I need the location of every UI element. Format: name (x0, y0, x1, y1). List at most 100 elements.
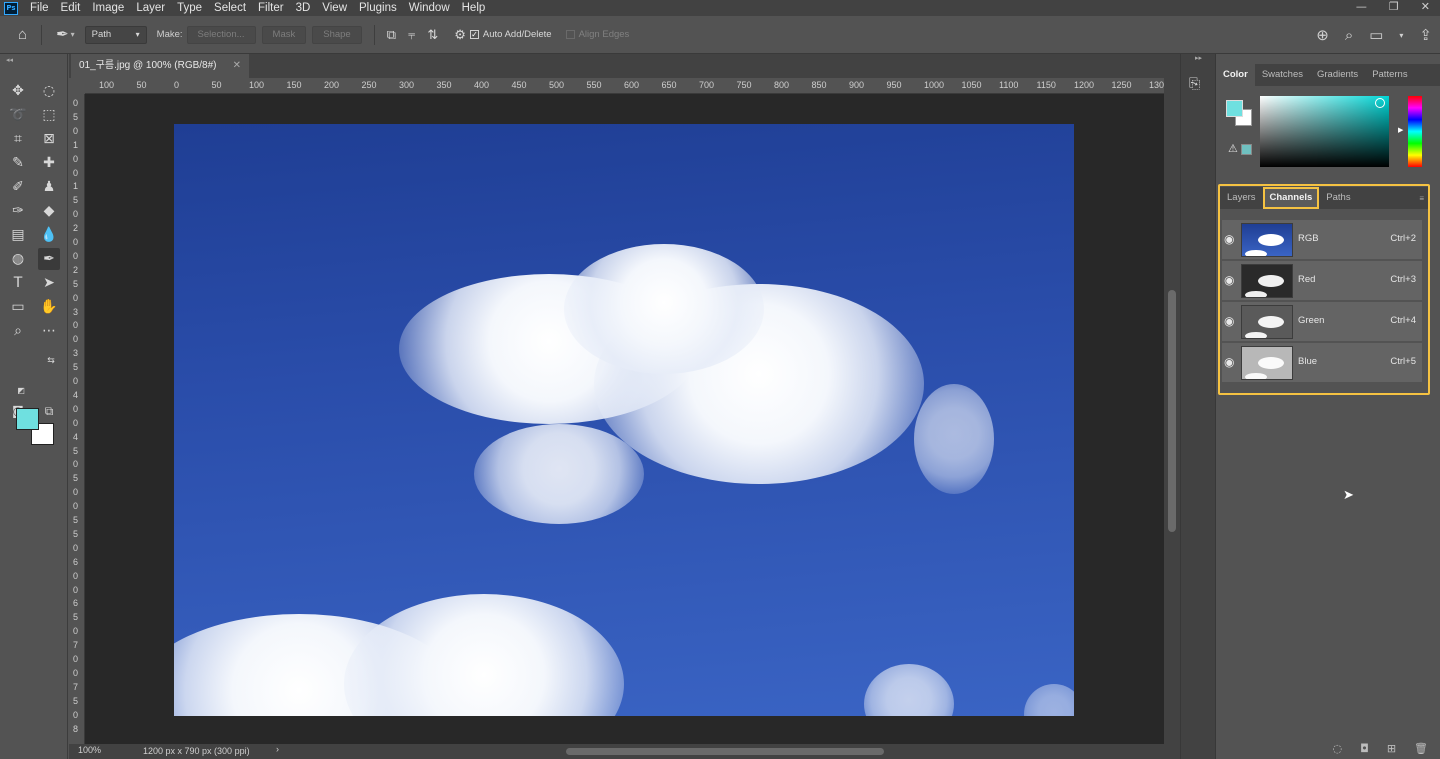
close-icon[interactable]: ✕ (233, 54, 241, 78)
visibility-eye-icon[interactable]: ◉ (1224, 273, 1234, 287)
auto-add-delete-checkbox[interactable]: ✓ (469, 30, 479, 39)
screen-mode-icon[interactable]: ⧉ (38, 400, 60, 422)
lasso-tool-icon[interactable]: ➰ (7, 104, 29, 126)
chevron-down-icon[interactable]: ▾ (71, 30, 75, 39)
path-alignment-icon[interactable]: ⫧ (408, 16, 415, 54)
collapse-icon[interactable]: ◂◂ (6, 56, 13, 64)
menu-type[interactable]: Type (171, 0, 208, 16)
menu-window[interactable]: Window (403, 0, 456, 16)
eyedropper-tool-icon[interactable]: ✎ (7, 152, 29, 174)
history-panel-icon[interactable]: ⎘ (1189, 76, 1200, 92)
menu-filter[interactable]: Filter (252, 0, 290, 16)
swap-colors-icon[interactable]: ⇆ (40, 350, 62, 372)
tab-layers[interactable]: Layers (1220, 187, 1263, 209)
color-picker-marker[interactable] (1375, 98, 1385, 108)
vertical-scrollbar[interactable] (1164, 78, 1180, 744)
move-tool-icon[interactable]: ✥ (7, 80, 29, 102)
path-selection-tool-icon[interactable]: ➤ (38, 272, 60, 294)
align-edges-checkbox[interactable] (565, 30, 575, 39)
pen-tool-icon[interactable]: ✒ (38, 248, 60, 270)
chevron-right-icon[interactable]: › (276, 744, 279, 754)
history-brush-tool-icon[interactable]: ✑ (7, 200, 29, 222)
zoom-level[interactable]: 100% (78, 745, 101, 755)
load-selection-icon[interactable]: ◌ (1333, 742, 1343, 755)
menu-help[interactable]: Help (456, 0, 492, 16)
menu-select[interactable]: Select (208, 0, 252, 16)
channel-row-rgb[interactable]: ◉ RGB Ctrl+2 (1222, 220, 1422, 260)
type-tool-icon[interactable]: T (7, 272, 29, 294)
document-tab[interactable]: 01_구름.jpg @ 100% (RGB/8#) ✕ (71, 54, 249, 78)
gear-icon[interactable]: ⚙ (454, 16, 466, 54)
gradient-tool-icon[interactable]: ▤ (7, 224, 29, 246)
healing-brush-tool-icon[interactable]: ✚ (38, 152, 60, 174)
channel-row-green[interactable]: ◉ Green Ctrl+4 (1222, 302, 1422, 342)
visibility-eye-icon[interactable]: ◉ (1224, 355, 1234, 369)
menu-view[interactable]: View (316, 0, 353, 16)
ruler-tick-label: 1000 (924, 80, 945, 90)
pen-tool-preset-icon[interactable]: ✒ (56, 16, 69, 54)
collapse-icon[interactable]: ▸▸ (1195, 54, 1202, 62)
tab-patterns[interactable]: Patterns (1365, 64, 1414, 86)
horizontal-scroll-thumb[interactable] (566, 748, 884, 755)
brush-tool-icon[interactable]: ✐ (7, 176, 29, 198)
tab-color[interactable]: Color (1216, 64, 1255, 86)
make-mask-button[interactable]: Mask (261, 25, 307, 44)
hue-slider[interactable] (1408, 96, 1422, 167)
gamut-color-chip[interactable] (1241, 144, 1252, 155)
menu-edit[interactable]: Edit (55, 0, 87, 16)
new-channel-icon[interactable]: ⊞ (1387, 742, 1396, 755)
zoom-tool-icon[interactable]: ⌕ (7, 320, 29, 342)
channel-row-red[interactable]: ◉ Red Ctrl+3 (1222, 261, 1422, 301)
frame-tool-icon[interactable]: ⊠ (38, 128, 60, 150)
restore-button[interactable]: ❐ (1389, 0, 1399, 14)
document-info[interactable]: 1200 px x 790 px (300 ppi) (143, 746, 250, 756)
eraser-tool-icon[interactable]: ◆ (38, 200, 60, 222)
pen-mode-select[interactable]: Path ▾ (84, 25, 147, 44)
hand-tool-icon[interactable]: ✋ (38, 296, 60, 318)
canvas-area[interactable] (85, 94, 1164, 744)
minimize-button[interactable]: — (1356, 0, 1367, 14)
tab-channels[interactable]: Channels (1262, 187, 1320, 209)
rectangle-tool-icon[interactable]: ▭ (7, 296, 29, 318)
share-icon[interactable]: ⊕ (1316, 26, 1329, 44)
clone-stamp-tool-icon[interactable]: ♟ (38, 176, 60, 198)
make-selection-button[interactable]: Selection... (186, 25, 256, 44)
visibility-eye-icon[interactable]: ◉ (1224, 232, 1234, 246)
ellipse-marquee-tool-icon[interactable]: ◌ (38, 80, 60, 102)
cloud-upload-icon[interactable]: ⇪ (1419, 26, 1432, 44)
menu-3d[interactable]: 3D (290, 0, 317, 16)
close-window-button[interactable]: ✕ (1421, 0, 1430, 14)
menu-file[interactable]: File (24, 0, 55, 16)
path-arrangement-icon[interactable]: ⇅ (427, 16, 438, 54)
saturation-value-picker[interactable] (1260, 96, 1389, 167)
gamut-warning-icon[interactable]: ⚠ (1228, 142, 1238, 155)
chevron-down-icon[interactable]: ▾ (1399, 31, 1403, 40)
tab-swatches[interactable]: Swatches (1255, 64, 1310, 86)
vertical-scroll-thumb[interactable] (1168, 290, 1176, 532)
foreground-color-chip[interactable] (1226, 100, 1243, 117)
save-selection-icon[interactable]: ◘ (1360, 742, 1369, 755)
tab-paths[interactable]: Paths (1319, 187, 1357, 209)
ruler-origin[interactable] (69, 78, 85, 94)
crop-tool-icon[interactable]: ⌗ (7, 128, 29, 150)
panel-menu-icon[interactable]: ≡ (1419, 194, 1424, 203)
make-shape-button[interactable]: Shape (312, 25, 362, 44)
trash-icon[interactable]: 🗑 (1414, 742, 1428, 755)
more-tools-icon[interactable]: ⋯ (38, 320, 60, 342)
visibility-eye-icon[interactable]: ◉ (1224, 314, 1234, 328)
tab-gradients[interactable]: Gradients (1310, 64, 1365, 86)
search-icon[interactable]: ⌕ (1345, 27, 1353, 44)
sky-cloud-image[interactable] (174, 124, 1074, 716)
channel-row-blue[interactable]: ◉ Blue Ctrl+5 (1222, 343, 1422, 383)
path-operations-icon[interactable]: ⧉ (387, 16, 396, 54)
foreground-color-swatch[interactable] (16, 408, 39, 430)
menu-layer[interactable]: Layer (130, 0, 171, 16)
object-selection-tool-icon[interactable]: ⬚ (38, 104, 60, 126)
workspace-icon[interactable]: ▭ (1369, 26, 1383, 44)
blur-tool-icon[interactable]: 💧 (38, 224, 60, 246)
dodge-tool-icon[interactable]: ◍ (7, 248, 29, 270)
menu-plugins[interactable]: Plugins (353, 0, 403, 16)
default-colors-icon[interactable]: ◩ (10, 380, 32, 402)
home-icon[interactable]: ⌂ (18, 16, 27, 54)
menu-image[interactable]: Image (86, 0, 130, 16)
